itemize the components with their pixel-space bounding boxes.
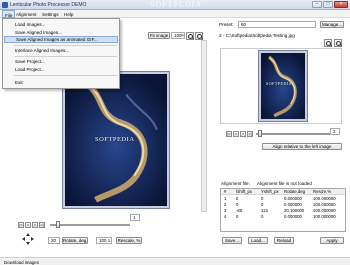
right-zoom-in-icon[interactable] xyxy=(324,39,332,47)
alignment-file-label: Alignment file: xyxy=(221,181,250,186)
right-image-art xyxy=(261,53,305,119)
right-zoom-out-icon[interactable] xyxy=(334,39,342,47)
right-image-canvas[interactable]: SOFTPEDIA xyxy=(220,48,342,124)
app-icon xyxy=(2,2,8,8)
rescale-value[interactable]: 100.1 xyxy=(96,237,112,244)
manage-button[interactable]: Manage... xyxy=(320,21,344,28)
left-image-watermark: SOFTPEDIA xyxy=(95,136,135,143)
menu-item-save-gif[interactable]: Save Aligned Images as animated GIF... xyxy=(4,36,118,43)
left-image-slider[interactable] xyxy=(50,224,130,226)
cell: 0 xyxy=(261,214,264,219)
zoom-in-icon[interactable] xyxy=(186,32,194,40)
col-resize: Resize,% xyxy=(313,189,332,194)
zoom-field[interactable]: 100% xyxy=(171,32,185,39)
col-index: # xyxy=(224,189,227,194)
table-header: # fshift_px Yshift_px Rotate,deg Resize,… xyxy=(221,189,345,195)
left-next-button[interactable]: > xyxy=(32,222,38,228)
file-menu-dropdown: Load Images... Save Aligned Images... Sa… xyxy=(2,18,120,89)
left-image-index[interactable]: 1 xyxy=(130,214,140,221)
menu-item-load-project[interactable]: Load Project... xyxy=(4,66,118,73)
table-row[interactable]: 4 0 0 0.000000 100.000000 xyxy=(221,214,345,220)
save-button[interactable]: Save... xyxy=(222,237,242,244)
right-image-index[interactable]: 2 xyxy=(330,128,340,135)
menu-item-interlace[interactable]: Interlace Aligned Images... xyxy=(4,47,118,54)
menu-item-save-project[interactable]: Save Project... xyxy=(4,58,118,65)
apply-button[interactable]: Apply xyxy=(320,237,344,244)
right-next-button[interactable]: > xyxy=(240,131,246,137)
preset-label: Preset: xyxy=(219,22,234,27)
right-image: SOFTPEDIA xyxy=(258,50,308,122)
menu-item-exit[interactable]: Exit xyxy=(4,79,118,86)
rotate-button[interactable]: Rotate, deg. xyxy=(62,237,88,244)
left-image: SOFTPEDIA xyxy=(62,71,170,209)
right-slider-thumb[interactable] xyxy=(258,130,262,137)
cell: 4 xyxy=(224,214,227,219)
align-relative-button[interactable]: Align relative to the left image xyxy=(262,143,342,150)
left-vertical-scrollbar[interactable] xyxy=(201,40,207,212)
cell: 0.000000 xyxy=(284,214,302,219)
col-xshift: fshift_px xyxy=(236,189,253,194)
preset-field[interactable]: 60 xyxy=(238,21,316,28)
reload-button[interactable]: Reload xyxy=(274,237,294,244)
cell: 100.000000 xyxy=(313,214,336,219)
left-first-button[interactable]: |< xyxy=(18,222,24,228)
menu-item-load-images[interactable]: Load Images... xyxy=(4,21,118,28)
col-rotate: Rotate,deg xyxy=(284,189,306,194)
window-title: Lenticular Photo Processor DEMO xyxy=(10,2,87,8)
menu-separator xyxy=(14,45,117,46)
maximize-button[interactable]: □ xyxy=(323,1,333,8)
status-text: Download images xyxy=(4,259,39,265)
menu-separator xyxy=(14,56,117,57)
menu-alignment[interactable]: Alignment xyxy=(16,12,36,17)
menu-separator xyxy=(14,75,117,76)
left-prev-button[interactable]: < xyxy=(25,222,31,228)
zoom-out-icon[interactable] xyxy=(195,32,203,40)
title-bar: Lenticular Photo Processor DEMO SOFTPEDI… xyxy=(0,0,350,10)
right-image-path: 2 - C:\Softpedia\Softpedia Testing.jpg xyxy=(219,33,295,38)
close-button[interactable]: × xyxy=(334,1,348,8)
menu-file[interactable]: File xyxy=(2,10,16,18)
cell: 0 xyxy=(236,214,239,219)
rotate-value[interactable]: 20 xyxy=(48,237,60,244)
right-image-watermark: SOFTPEDIA xyxy=(266,81,293,86)
left-slider-thumb[interactable] xyxy=(56,221,60,228)
alignment-file-status: Alignment file is not loaded xyxy=(257,181,312,186)
status-bar: Download images xyxy=(0,257,350,265)
menu-item-save-aligned[interactable]: Save Aligned Images... xyxy=(4,29,118,36)
col-yshift: Yshift_px xyxy=(261,189,279,194)
right-image-slider[interactable] xyxy=(256,133,336,135)
menu-help[interactable]: Help xyxy=(64,12,73,17)
right-last-button[interactable]: >| xyxy=(247,131,253,137)
right-first-button[interactable]: |< xyxy=(226,131,232,137)
softpedia-watermark: SOFTPEDIA xyxy=(150,0,203,9)
alignment-table[interactable]: # fshift_px Yshift_px Rotate,deg Resize,… xyxy=(220,188,346,232)
left-last-button[interactable]: >| xyxy=(39,222,45,228)
right-prev-button[interactable]: < xyxy=(233,131,239,137)
minimize-button[interactable]: – xyxy=(312,1,322,8)
fit-image-button[interactable]: Fit image xyxy=(148,32,170,39)
move-arrows-icon[interactable] xyxy=(22,233,34,245)
load-button[interactable]: Load... xyxy=(248,237,268,244)
menu-bar: File Alignment Settings Help xyxy=(0,10,350,18)
menu-settings[interactable]: Settings xyxy=(42,12,59,17)
rescale-button[interactable]: Rescale, % xyxy=(116,237,142,244)
